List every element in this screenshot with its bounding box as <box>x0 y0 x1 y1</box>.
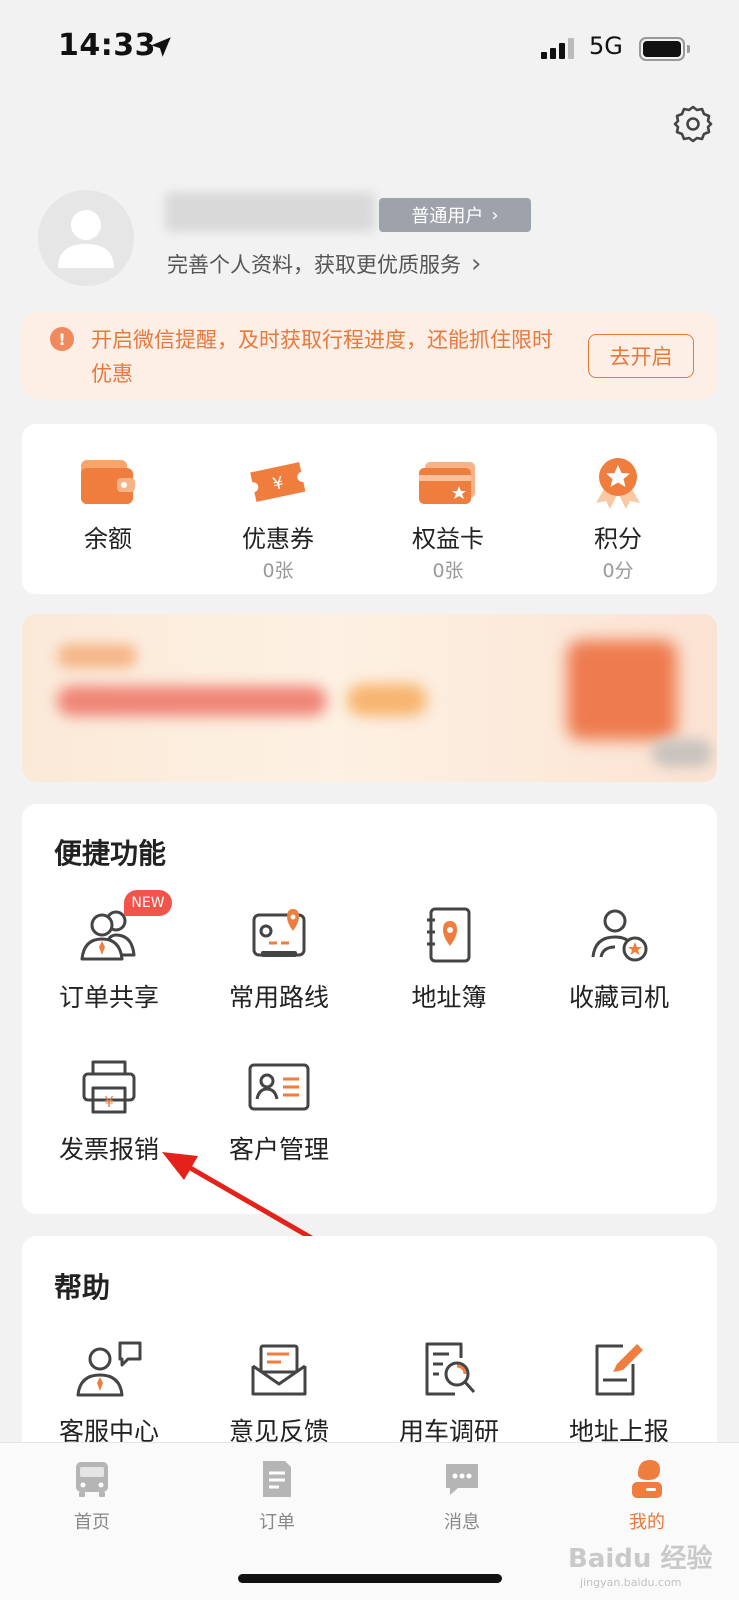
asset-count: 0张 <box>432 560 464 582</box>
coupon-icon: ¥ <box>250 462 306 502</box>
battery-tip <box>687 45 690 53</box>
benefit-card-icon <box>419 462 475 504</box>
func-label: 收藏司机 <box>568 983 669 1012</box>
username-blurred <box>165 192 375 232</box>
user-level-label: 普通用户 <box>411 206 484 227</box>
asset-coupon[interactable]: ¥ 优惠券 0张 <box>208 455 348 583</box>
default-avatar-icon <box>58 210 114 268</box>
asset-label: 积分 <box>594 525 642 553</box>
route-map-icon <box>252 909 306 957</box>
asset-balance[interactable]: 余额 <box>38 455 178 554</box>
asset-count: 0张 <box>262 560 294 582</box>
location-arrow-icon <box>151 37 171 57</box>
func-order-share[interactable]: 订单共享 <box>34 902 184 1014</box>
avatar[interactable] <box>38 190 134 286</box>
baidu-watermark: Baidu 经验 <box>568 1544 713 1574</box>
points-medal-icon <box>596 458 640 509</box>
chevron-right-icon: › <box>491 204 499 226</box>
func-address-book[interactable]: 地址簿 <box>374 902 524 1014</box>
func-common-routes[interactable]: 常用路线 <box>204 902 354 1014</box>
help-customer-service[interactable]: 客服中心 <box>34 1336 184 1448</box>
survey-icon <box>425 1342 476 1396</box>
new-badge: NEW <box>124 890 172 916</box>
status-time: 14:33 <box>58 28 156 63</box>
message-icon <box>446 1464 478 1495</box>
profile-icon <box>632 1460 662 1498</box>
tab-mine[interactable]: 我的 <box>597 1456 697 1534</box>
asset-benefit-card[interactable]: 权益卡 0张 <box>378 455 518 583</box>
asset-label: 权益卡 <box>412 525 484 553</box>
battery-icon <box>639 37 685 61</box>
feedback-icon <box>251 1344 307 1396</box>
gear-icon[interactable] <box>673 104 713 144</box>
customer-card-icon <box>248 1063 310 1111</box>
customer-service-icon <box>76 1341 142 1397</box>
address-book-icon <box>427 907 471 963</box>
tab-orders[interactable]: 订单 <box>227 1456 327 1534</box>
network-type: 5G <box>589 32 623 60</box>
tab-label: 订单 <box>259 1512 295 1533</box>
func-favorite-driver[interactable]: 收藏司机 <box>544 902 694 1014</box>
baidu-watermark-url: jingyan.baidu.com <box>580 1576 682 1589</box>
home-indicator <box>238 1574 502 1583</box>
wallet-icon <box>81 460 135 504</box>
favorite-driver-icon <box>591 909 648 962</box>
promo-banner[interactable] <box>22 614 717 782</box>
tab-label: 我的 <box>629 1512 665 1533</box>
tab-messages[interactable]: 消息 <box>412 1456 512 1534</box>
asset-count: 0分 <box>602 560 634 582</box>
tab-label: 首页 <box>74 1512 110 1533</box>
address-report-icon <box>595 1344 643 1396</box>
user-level-tag[interactable]: 普通用户 › <box>379 198 531 232</box>
alert-icon: ! <box>50 327 74 351</box>
notice-text: 开启微信提醒，及时获取行程进度，还能抓住限时优惠 <box>91 328 553 386</box>
profile-complete-link[interactable]: 完善个人资料，获取更优质服务 › <box>167 249 481 279</box>
asset-label: 余额 <box>84 525 132 553</box>
tab-home[interactable]: 首页 <box>42 1456 142 1534</box>
profile-subtitle: 完善个人资料，获取更优质服务 <box>167 253 461 277</box>
truck-icon <box>76 1462 108 1497</box>
help-address-report[interactable]: 地址上报 <box>544 1336 694 1448</box>
svg-text:¥: ¥ <box>104 1093 114 1111</box>
help-feedback[interactable]: 意见反馈 <box>204 1336 354 1448</box>
order-list-icon <box>263 1461 291 1497</box>
enable-notice-button[interactable]: 去开启 <box>588 334 694 378</box>
cellular-signal-icon <box>541 37 577 59</box>
help-survey[interactable]: 用车调研 <box>374 1336 524 1448</box>
invoice-printer-icon: ¥ <box>82 1060 136 1114</box>
help-title: 帮助 <box>54 1271 111 1304</box>
func-label: 常用路线 <box>228 983 329 1012</box>
quick-functions-title: 便捷功能 <box>54 837 167 870</box>
func-label: 订单共享 <box>58 983 159 1012</box>
func-label: 地址簿 <box>411 983 487 1012</box>
asset-label: 优惠券 <box>242 525 314 553</box>
asset-points[interactable]: 积分 0分 <box>548 455 688 583</box>
tab-label: 消息 <box>444 1512 480 1533</box>
chevron-right-icon: › <box>471 249 482 279</box>
